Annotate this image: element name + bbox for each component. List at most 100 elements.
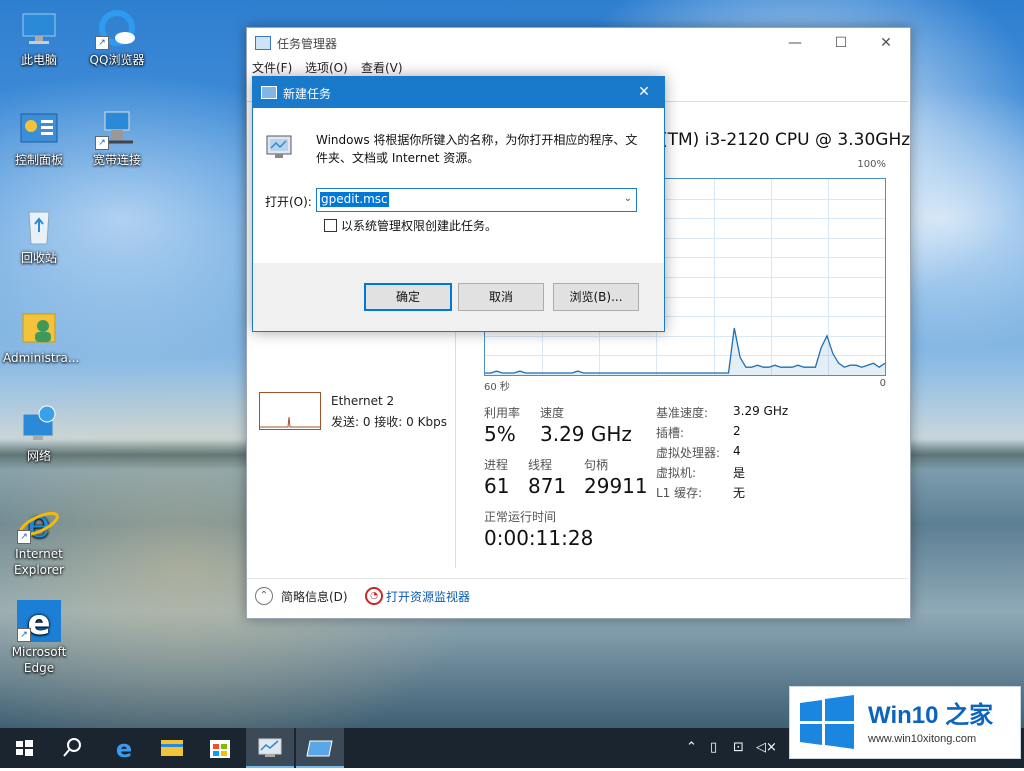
dialog-title: 新建任务 xyxy=(283,87,332,101)
task-manager-titlebar[interactable]: 任务管理器 — ☐ ✕ xyxy=(247,28,910,58)
ethernet-stats: 发送: 0 接收: 0 Kbps xyxy=(331,415,447,429)
desktop-icon-edge[interactable]: e ↗ Microsoft Edge xyxy=(3,600,75,676)
processes-value: 61 xyxy=(484,474,510,498)
virtual-machine-label: 虚拟机: xyxy=(656,466,697,480)
new-task-dialog: 新建任务 ✕ Windows 将根据你所键入的名称，为你打开相应的程序、文件夹、… xyxy=(252,76,665,332)
desktop-icon-label: 回收站 xyxy=(20,251,57,265)
admin-privileges-label[interactable]: 以系统管理权限创建此任务。 xyxy=(341,217,497,234)
open-label: 打开(O): xyxy=(265,195,312,209)
dialog-button-bar: 确定 取消 浏览(B)... xyxy=(253,263,664,331)
virtual-processors-value: 4 xyxy=(733,444,741,458)
dialog-titlebar[interactable]: 新建任务 ✕ xyxy=(253,77,664,108)
user-folder-icon xyxy=(17,306,61,348)
window-title: 任务管理器 xyxy=(277,37,338,51)
qq-browser-icon: ↗ xyxy=(95,8,139,50)
chevron-up-icon[interactable]: ⌃ xyxy=(255,587,273,605)
tablet-icon[interactable]: ▯ xyxy=(710,740,717,755)
virtual-processors-label: 虚拟处理器: xyxy=(656,446,721,460)
chevron-down-icon[interactable]: ⌄ xyxy=(624,193,632,204)
desktop-icon-label: 控制面板 xyxy=(14,153,63,167)
ethernet-mini-graph[interactable] xyxy=(259,392,321,430)
network-icon xyxy=(17,404,61,446)
desktop-icon-label: QQ浏览器 xyxy=(89,53,145,67)
speed-label: 速度 xyxy=(540,406,565,420)
start-icon xyxy=(16,740,33,756)
menu-options[interactable]: 选项(O) xyxy=(305,59,348,76)
virtual-machine-value: 是 xyxy=(733,466,746,480)
desktop-icon-label: Administra... xyxy=(3,351,80,365)
desktop-icon-label: 网络 xyxy=(26,449,51,463)
open-combobox[interactable]: gpedit.msc ⌄ xyxy=(316,188,637,212)
taskbar-store[interactable] xyxy=(196,728,244,768)
close-button[interactable]: ✕ xyxy=(863,28,909,58)
graph-max-label: 100% xyxy=(857,159,886,170)
taskbar-file-explorer[interactable] xyxy=(148,728,196,768)
desktop-icon-qq-browser[interactable]: ↗ QQ浏览器 xyxy=(81,8,153,68)
svg-text:e: e xyxy=(28,502,51,544)
base-speed-value: 3.29 GHz xyxy=(733,404,789,418)
shortcut-arrow-icon: ↗ xyxy=(17,628,31,642)
sockets-label: 插槽: xyxy=(656,426,685,440)
threads-value: 871 xyxy=(528,474,567,498)
run-dialog-icon xyxy=(306,740,333,757)
admin-privileges-checkbox[interactable] xyxy=(324,219,337,232)
desktop-icon-network[interactable]: 网络 xyxy=(3,404,75,464)
processes-label: 进程 xyxy=(484,458,509,472)
computer-icon xyxy=(17,8,61,50)
cancel-button[interactable]: 取消 xyxy=(458,283,544,311)
run-dialog-icon xyxy=(261,86,277,99)
broadband-connection-icon: ↗ xyxy=(95,108,139,150)
taskbar-run-dialog[interactable] xyxy=(296,728,344,768)
taskbar-task-manager[interactable] xyxy=(246,728,294,768)
graph-axis-right: 0 xyxy=(879,378,886,389)
run-program-icon xyxy=(265,132,297,162)
start-button[interactable] xyxy=(0,728,48,768)
network-icon[interactable]: ⊡ xyxy=(733,740,744,755)
watermark: Win10 之家 www.win10xitong.com xyxy=(789,686,1021,759)
menu-file[interactable]: 文件(F) xyxy=(252,59,292,76)
handles-value: 29911 xyxy=(584,474,648,498)
desktop-icon-broadband[interactable]: ↗ 宽带连接 xyxy=(81,108,153,168)
desktop-icon-label: Internet Explorer xyxy=(14,547,64,577)
fewer-details-link[interactable]: 简略信息(D) xyxy=(281,588,348,605)
l1-cache-label: L1 缓存: xyxy=(656,486,703,500)
maximize-button[interactable]: ☐ xyxy=(818,28,864,58)
browse-button[interactable]: 浏览(B)... xyxy=(553,283,639,311)
handles-label: 句柄 xyxy=(584,458,609,472)
windows-logo-icon xyxy=(798,695,856,749)
open-resource-monitor-link[interactable]: 打开资源监视器 xyxy=(386,588,470,605)
menu-view[interactable]: 查看(V) xyxy=(361,59,403,76)
store-icon xyxy=(210,740,230,758)
desktop-icon-this-pc[interactable]: 此电脑 xyxy=(3,8,75,68)
desktop-icon-recycle-bin[interactable]: 回收站 xyxy=(3,206,75,266)
ok-button[interactable]: 确定 xyxy=(364,283,452,311)
open-input-value[interactable]: gpedit.msc xyxy=(320,192,389,207)
search-button[interactable] xyxy=(48,728,96,768)
file-explorer-icon xyxy=(161,740,183,756)
svg-text:e: e xyxy=(116,735,132,763)
recycle-bin-icon xyxy=(17,206,61,248)
edge-icon: e ↗ xyxy=(17,600,61,643)
volume-muted-icon[interactable]: ◁× xyxy=(756,740,777,755)
shortcut-arrow-icon: ↗ xyxy=(17,530,31,544)
minimize-button[interactable]: — xyxy=(772,28,818,58)
task-manager-footer: ⌃ 简略信息(D) ◔ 打开资源监视器 xyxy=(247,578,908,617)
desktop-icon-internet-explorer[interactable]: e ↗ Internet Explorer xyxy=(3,502,75,578)
shortcut-arrow-icon: ↗ xyxy=(95,136,109,150)
desktop-icon-control-panel[interactable]: 控制面板 xyxy=(3,108,75,168)
resource-monitor-icon[interactable]: ◔ xyxy=(365,587,383,605)
cpu-usage-area xyxy=(485,328,885,375)
uptime-value: 0:00:11:28 xyxy=(484,526,594,550)
taskbar-edge[interactable]: e xyxy=(100,728,148,768)
speed-value: 3.29 GHz xyxy=(540,422,632,446)
utilization-label: 利用率 xyxy=(484,406,521,420)
search-icon xyxy=(63,738,81,757)
desktop-icon-label: Microsoft Edge xyxy=(11,645,67,675)
dialog-description: Windows 将根据你所键入的名称，为你打开相应的程序、文件夹、文档或 Int… xyxy=(316,133,638,165)
task-manager-icon xyxy=(258,738,282,757)
dialog-close-button[interactable]: ✕ xyxy=(624,77,664,108)
watermark-brand-suffix: 之家 xyxy=(945,702,994,729)
menu-bar: 文件(F) 选项(O) 查看(V) xyxy=(247,58,910,78)
desktop-icon-administrator[interactable]: Administra... xyxy=(3,306,79,366)
chevron-up-icon[interactable]: ⌃ xyxy=(686,740,697,755)
